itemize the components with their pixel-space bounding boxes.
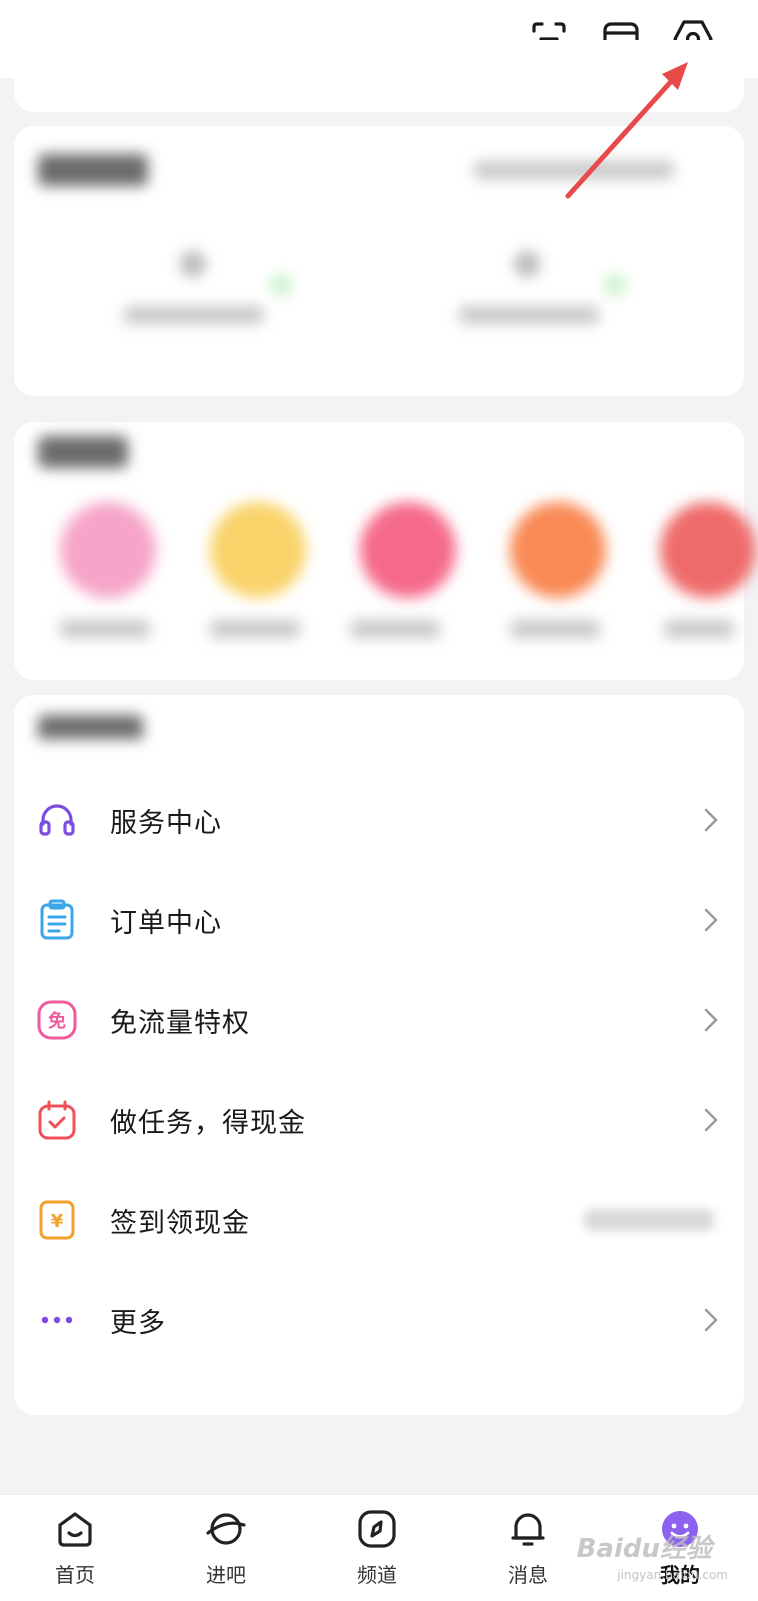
more-dots-icon <box>36 1299 78 1341</box>
service-center-label: 服务中心 <box>110 807 222 839</box>
task-cash-item[interactable]: 做任务，得现金 <box>14 1070 744 1170</box>
tab-channel-label: 频道 <box>357 1563 397 1587</box>
home-icon <box>58 1512 92 1547</box>
service-center-item[interactable]: 服务中心 <box>14 770 744 870</box>
headset-icon <box>36 799 78 841</box>
annotation-arrow <box>565 62 688 199</box>
clipboard-icon <box>36 899 78 941</box>
chevron-right-icon <box>704 1108 718 1132</box>
chevron-right-icon <box>704 808 718 832</box>
watermark: Baidu经验 <box>576 1534 712 1564</box>
chevron-right-icon <box>704 1308 718 1332</box>
bell-icon <box>511 1513 545 1546</box>
tab-jinba-label: 进吧 <box>206 1563 246 1587</box>
tab-home[interactable]: 首页 <box>25 1507 125 1597</box>
task-cash-label: 做任务，得现金 <box>110 1107 306 1139</box>
chevron-right-icon <box>704 908 718 932</box>
more-item[interactable]: 更多 <box>14 1270 744 1370</box>
watermark-url: jingyan.baidu.com <box>617 1568 728 1582</box>
tab-messages[interactable]: 消息 <box>478 1507 578 1597</box>
order-center-item[interactable]: 订单中心 <box>14 870 744 970</box>
checkin-cash-item[interactable]: ¥ 签到领现金 <box>14 1170 744 1270</box>
tab-channel[interactable]: 频道 <box>327 1507 427 1597</box>
tab-messages-label: 消息 <box>508 1563 548 1587</box>
more-label: 更多 <box>110 1307 166 1339</box>
checkin-cash-label: 签到领现金 <box>110 1207 250 1239</box>
calendar-check-icon <box>36 1099 78 1141</box>
tools-card-blurred <box>14 422 756 680</box>
svg-text:免: 免 <box>48 1010 66 1032</box>
free-data-label: 免流量特权 <box>110 1007 250 1039</box>
compass-icon <box>358 1510 396 1548</box>
free-badge-icon: 免 <box>36 999 78 1041</box>
svg-text:¥: ¥ <box>51 1211 64 1232</box>
services-list: 服务中心 订单中心 免 免流量特权 做任务，得现金 ¥ 签到领现金 更多 <box>14 770 744 1370</box>
tab-home-label: 首页 <box>55 1563 95 1587</box>
tab-jinba[interactable]: 进吧 <box>176 1507 276 1597</box>
order-center-label: 订单中心 <box>110 907 222 939</box>
chevron-right-icon <box>704 1008 718 1032</box>
free-data-item[interactable]: 免 免流量特权 <box>14 970 744 1070</box>
blurred-status-text <box>584 1209 714 1231</box>
yen-icon: ¥ <box>36 1199 78 1241</box>
planet-icon <box>206 1513 246 1545</box>
